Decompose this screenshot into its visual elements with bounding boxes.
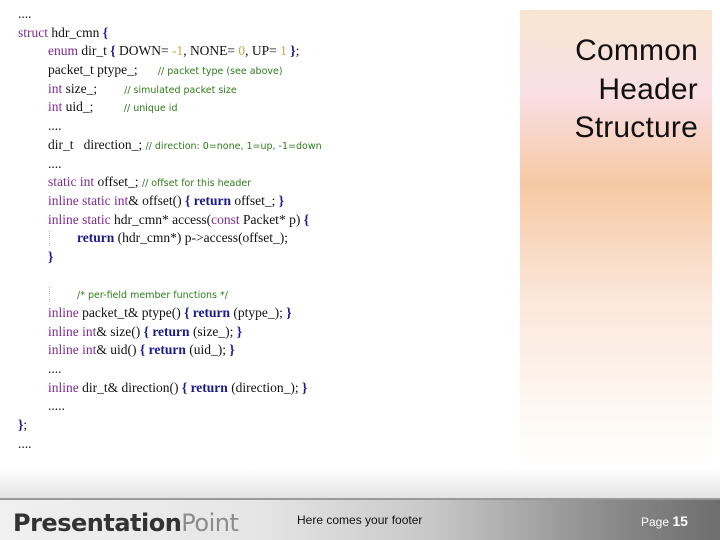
title-line-2: Header [598,72,698,106]
code-line-offset: static int offset_; // offset for this h… [48,174,252,190]
code-comment: // simulated packet size [124,84,237,96]
code-line: ..... [48,398,65,414]
code-line-offset-fn: inline static int& offset() { return off… [48,192,285,208]
code-line-direction: dir_t direction_; // direction: 0=none, … [48,136,322,152]
code-line-ptype: packet_t ptype_; // packet type (see abo… [48,62,283,78]
code-line: .... [18,435,32,451]
slide-title: Common Header Structure [518,32,698,148]
code-comment: // unique id [123,103,178,115]
presentationpoint-logo: PresentationPoint [13,509,239,537]
code-line: .... [48,361,62,377]
title-line-1: Common [575,34,698,67]
footer: PresentationPoint Here comes your footer… [0,498,720,540]
code-comment: // offset for this header [141,178,252,190]
code-line-size: int size_; // simulated packet size [48,80,237,96]
code-line: .... [48,118,62,134]
code-line-uid-fn: inline int& uid() { return (uid_); } [48,342,235,358]
title-panel: Common Header Structure [520,10,712,468]
code-line-end: }; [18,417,28,433]
code-block: .... struct hdr_cmn { enum dir_t { DOWN=… [18,5,322,454]
code-line-ptype-fn: inline packet_t& ptype() { return (ptype… [48,305,292,320]
code-line-struct: struct hdr_cmn { [18,24,109,40]
code-line: .... [48,155,62,171]
code-line-enum: enum dir_t { DOWN= -1, NONE= 0, UP= 1 }; [48,43,300,59]
code-comment: // direction: 0=none, 1=up, -1=down [145,140,322,152]
code-line-direction-fn: inline dir_t& direction() { return (dire… [48,379,308,395]
footer-fade [0,468,720,498]
title-line-3: Structure [574,111,698,144]
code-line-return: return (hdr_cmn*) p->access(offset_); [18,229,322,248]
code-line: .... [18,6,32,21]
code-line-uid: int uid_; // unique id [48,99,178,115]
code-line-comment: /* per-field member functions */ [18,285,322,304]
page-number: Page 15 [641,513,688,529]
code-line-access: inline static hdr_cmn* access(const Pack… [48,211,310,227]
code-comment: // packet type (see above) [157,66,283,78]
code-line-size-fn: inline int& size() { return (size_); } [48,323,243,339]
footer-text: Here comes your footer [297,513,423,527]
code-line-close: } [48,248,54,264]
